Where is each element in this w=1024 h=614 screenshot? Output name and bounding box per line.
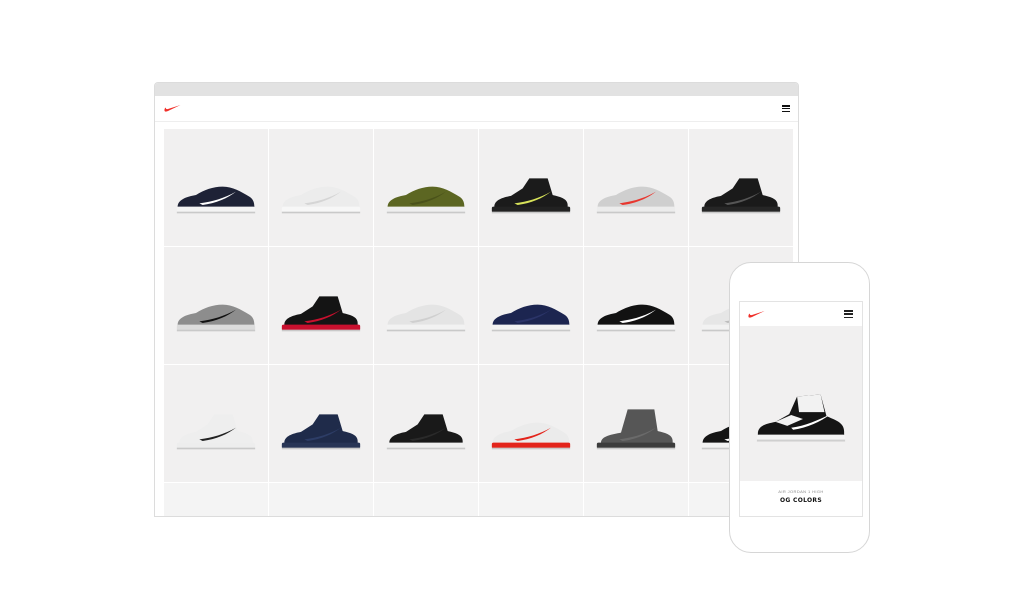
black-trainer-mid-image: [386, 414, 466, 450]
product-tile[interactable]: [269, 365, 373, 482]
product-subtitle: AIR JORDAN 1 HIGH: [778, 489, 824, 494]
product-tile[interactable]: [374, 247, 478, 364]
black-jordan-4-image: [701, 178, 781, 214]
white-cement-jordan-4-image: [176, 414, 256, 450]
bred-jordan-11-image: [281, 296, 361, 332]
black-jordan-12-image: [491, 178, 571, 214]
black-cortez-image: [596, 304, 676, 332]
product-tile-loading: [584, 483, 688, 516]
product-tile[interactable]: [689, 129, 793, 246]
product-tile[interactable]: [584, 129, 688, 246]
product-tile[interactable]: [164, 247, 268, 364]
swoosh-logo-icon[interactable]: [164, 103, 181, 113]
featured-product-card[interactable]: [740, 326, 862, 481]
desktop-browser-window: [154, 82, 799, 517]
black-white-jordan-1-image: [756, 394, 846, 442]
product-tile-loading: [374, 483, 478, 516]
browser-title-bar: [155, 83, 798, 96]
navy-swoosh-runner-image: [176, 186, 256, 214]
product-tile[interactable]: [479, 247, 583, 364]
product-tile[interactable]: [584, 365, 688, 482]
white-air-max-90-image: [386, 304, 466, 332]
product-title[interactable]: OG COLORS: [740, 497, 862, 504]
grey-flyknit-racer-image: [176, 304, 256, 332]
product-tile[interactable]: [164, 129, 268, 246]
site-header: [155, 96, 798, 122]
product-tile[interactable]: [584, 247, 688, 364]
grey-high-boot-image: [596, 409, 676, 450]
infrared-air-max-90-image: [596, 186, 676, 214]
hamburger-menu-icon[interactable]: [844, 310, 853, 318]
navy-huarache-image: [491, 304, 571, 332]
navy-trainer-mid-image: [281, 414, 361, 450]
phone-device: AIR JORDAN 1 HIGH OG COLORS: [729, 262, 870, 553]
product-tile-loading: [479, 483, 583, 516]
swoosh-logo-icon[interactable]: [748, 309, 765, 319]
white-huarache-image: [281, 186, 361, 214]
product-tile[interactable]: [479, 365, 583, 482]
red-air-max-1-image: [491, 422, 571, 450]
product-grid: [164, 129, 793, 516]
product-tile[interactable]: [269, 247, 373, 364]
product-tile[interactable]: [374, 365, 478, 482]
product-tile-loading: [164, 483, 268, 516]
olive-roshe-image: [386, 186, 466, 214]
product-tile-loading: [269, 483, 373, 516]
product-tile[interactable]: [164, 365, 268, 482]
product-tile[interactable]: [374, 129, 478, 246]
product-tile[interactable]: [479, 129, 583, 246]
product-caption: AIR JORDAN 1 HIGH OG COLORS: [740, 489, 862, 504]
product-tile[interactable]: [269, 129, 373, 246]
mobile-header: [740, 302, 862, 326]
phone-screen: AIR JORDAN 1 HIGH OG COLORS: [739, 301, 863, 517]
hamburger-menu-icon[interactable]: [782, 105, 790, 112]
